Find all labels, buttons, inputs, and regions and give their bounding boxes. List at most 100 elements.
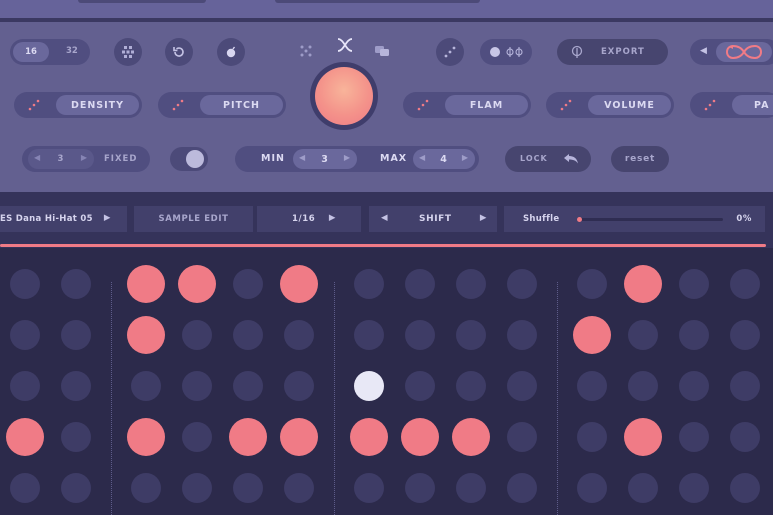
step-16-option[interactable]: 16 bbox=[13, 42, 49, 62]
mode-toggle[interactable] bbox=[480, 39, 532, 65]
pitch-control[interactable]: PITCH bbox=[158, 92, 286, 118]
step-pad[interactable] bbox=[507, 473, 537, 503]
max-stepper[interactable]: ◀ 4 ▶ bbox=[413, 149, 475, 169]
step-pad[interactable] bbox=[730, 320, 760, 350]
volume-value-field[interactable]: VOLUME bbox=[588, 95, 671, 115]
generate-knob[interactable] bbox=[310, 62, 378, 130]
step-pad-playing[interactable] bbox=[354, 371, 384, 401]
step-pad-active[interactable] bbox=[350, 418, 388, 456]
pitch-value-field[interactable]: PITCH bbox=[200, 95, 283, 115]
reset-button[interactable]: reset bbox=[611, 146, 669, 172]
step-pad[interactable] bbox=[456, 371, 486, 401]
volume-control[interactable]: VOLUME bbox=[546, 92, 674, 118]
step-pad[interactable] bbox=[354, 269, 384, 299]
min-increment[interactable]: ▶ bbox=[344, 153, 351, 162]
step-pad[interactable] bbox=[284, 371, 314, 401]
step-pad-active[interactable] bbox=[573, 316, 611, 354]
step-pad[interactable] bbox=[730, 473, 760, 503]
step-pad[interactable] bbox=[182, 320, 212, 350]
step-pad[interactable] bbox=[61, 422, 91, 452]
step-pad[interactable] bbox=[507, 320, 537, 350]
shuffle-control[interactable]: Shuffle 0% bbox=[504, 206, 765, 232]
step-pad[interactable] bbox=[182, 422, 212, 452]
step-pad[interactable] bbox=[507, 422, 537, 452]
step-pad[interactable] bbox=[456, 320, 486, 350]
max-increment[interactable]: ▶ bbox=[462, 153, 469, 162]
step-pad[interactable] bbox=[61, 269, 91, 299]
step-pad-active[interactable] bbox=[229, 418, 267, 456]
density-random-icon[interactable] bbox=[28, 99, 40, 114]
randomize-icon[interactable] bbox=[336, 36, 354, 54]
step-pad[interactable] bbox=[507, 269, 537, 299]
step-pad[interactable] bbox=[577, 269, 607, 299]
step-pad[interactable] bbox=[10, 473, 40, 503]
top-tab-right[interactable] bbox=[275, 0, 480, 3]
step-count-toggle[interactable]: 16 32 bbox=[10, 39, 90, 65]
dice-icon[interactable] bbox=[298, 43, 314, 59]
step-pad-active[interactable] bbox=[127, 316, 165, 354]
step-pad[interactable] bbox=[182, 473, 212, 503]
fixed-stepper[interactable]: ◀ 3 ▶ bbox=[28, 149, 94, 169]
step-pad[interactable] bbox=[10, 269, 40, 299]
step-pad[interactable] bbox=[10, 371, 40, 401]
pitch-random-icon[interactable] bbox=[172, 99, 184, 114]
step-pad-active[interactable] bbox=[401, 418, 439, 456]
step-pad[interactable] bbox=[233, 269, 263, 299]
shuffle-slider-handle[interactable] bbox=[577, 217, 582, 222]
bomb-icon[interactable] bbox=[217, 38, 245, 66]
step-pad[interactable] bbox=[730, 371, 760, 401]
step-pad[interactable] bbox=[61, 473, 91, 503]
step-pad-active[interactable] bbox=[280, 418, 318, 456]
sample-edit-button[interactable]: SAMPLE EDIT bbox=[134, 206, 253, 232]
lock-button[interactable]: LOCK bbox=[505, 146, 591, 172]
step-pad-active[interactable] bbox=[624, 418, 662, 456]
loop-toggle[interactable] bbox=[716, 42, 772, 62]
grid-icon[interactable] bbox=[114, 38, 142, 66]
step-pad[interactable] bbox=[354, 320, 384, 350]
step-pad[interactable] bbox=[456, 269, 486, 299]
step-pad[interactable] bbox=[679, 320, 709, 350]
step-pad[interactable] bbox=[131, 371, 161, 401]
shift-prev-arrow[interactable]: ◀ bbox=[381, 213, 388, 223]
loop-prev-arrow[interactable]: ◀ bbox=[700, 46, 708, 56]
step-pad[interactable] bbox=[628, 473, 658, 503]
step-pad[interactable] bbox=[507, 371, 537, 401]
step-pad[interactable] bbox=[284, 473, 314, 503]
step-pad-active[interactable] bbox=[127, 265, 165, 303]
min-decrement[interactable]: ◀ bbox=[299, 153, 306, 162]
shuffle-slider-track[interactable] bbox=[577, 217, 723, 222]
density-control[interactable]: DENSITY bbox=[14, 92, 142, 118]
division-selector[interactable]: 1/16 ▶ bbox=[257, 206, 361, 232]
step-32-option[interactable]: 32 bbox=[66, 46, 78, 56]
step-pad[interactable] bbox=[284, 320, 314, 350]
shift-control[interactable]: ◀ SHIFT ▶ bbox=[369, 206, 497, 232]
step-pad[interactable] bbox=[405, 371, 435, 401]
step-pad[interactable] bbox=[730, 269, 760, 299]
step-pad-active[interactable] bbox=[178, 265, 216, 303]
sample-next-arrow[interactable]: ▶ bbox=[104, 213, 111, 223]
step-pad[interactable] bbox=[456, 473, 486, 503]
partial-random-icon[interactable] bbox=[704, 99, 716, 114]
volume-random-icon[interactable] bbox=[560, 99, 572, 114]
step-pad[interactable] bbox=[628, 371, 658, 401]
step-pad[interactable] bbox=[730, 422, 760, 452]
density-value-field[interactable]: DENSITY bbox=[56, 95, 139, 115]
flam-value-field[interactable]: FLAM bbox=[445, 95, 528, 115]
step-pad-active[interactable] bbox=[6, 418, 44, 456]
step-pad[interactable] bbox=[679, 371, 709, 401]
rotate-icon[interactable] bbox=[165, 38, 193, 66]
flam-random-icon[interactable] bbox=[417, 99, 429, 114]
step-pad[interactable] bbox=[628, 320, 658, 350]
division-next-arrow[interactable]: ▶ bbox=[329, 213, 336, 223]
min-stepper[interactable]: ◀ 3 ▶ bbox=[293, 149, 357, 169]
step-pad[interactable] bbox=[233, 320, 263, 350]
fixed-control[interactable]: ◀ 3 ▶ FIXED bbox=[22, 146, 150, 172]
step-pad[interactable] bbox=[405, 473, 435, 503]
step-pad[interactable] bbox=[10, 320, 40, 350]
step-pad[interactable] bbox=[577, 371, 607, 401]
step-pad-active[interactable] bbox=[452, 418, 490, 456]
max-decrement[interactable]: ◀ bbox=[419, 153, 426, 162]
step-pad[interactable] bbox=[679, 473, 709, 503]
step-pad[interactable] bbox=[233, 371, 263, 401]
min-max-control[interactable]: MIN ◀ 3 ▶ MAX ◀ 4 ▶ bbox=[235, 146, 479, 172]
